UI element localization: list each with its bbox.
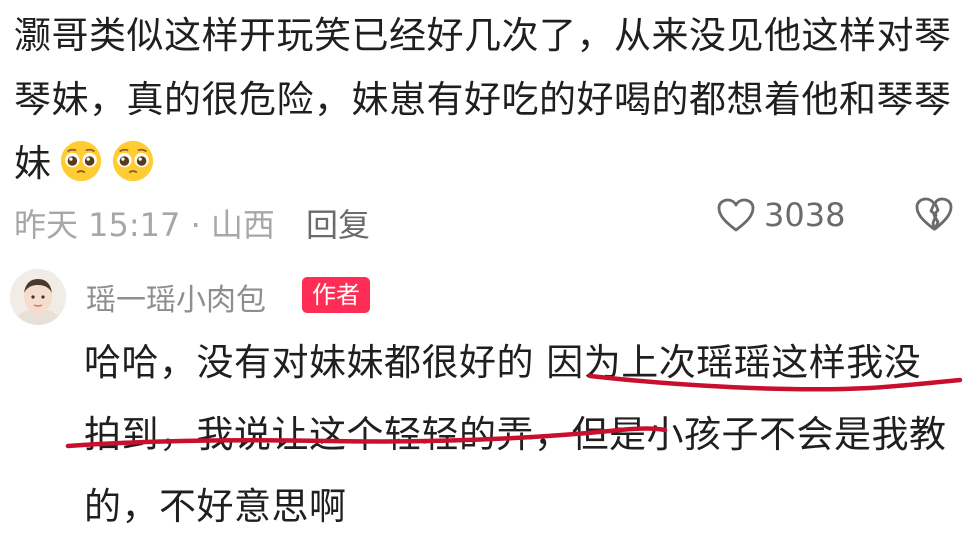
comment-time-location: 昨天 15:17 · 山西 xyxy=(14,206,275,244)
like-button[interactable]: 3038 xyxy=(716,196,845,234)
comment-meta-bar: 昨天 15:17 · 山西 回复 3038 xyxy=(14,196,963,244)
heart-icon xyxy=(717,198,755,232)
reply-author-name[interactable]: 瑶一瑶小肉包 xyxy=(86,275,266,319)
pleading-face-icon xyxy=(60,140,101,182)
author-badge: 作者 xyxy=(302,277,370,313)
reply-body-text: 哈哈，没有对妹妹都很好的 因为上次瑶瑶这样我没拍到，我说让这个轻轻的弄，但是小孩… xyxy=(84,341,947,528)
author-reply: 瑶一瑶小肉包 作者 哈哈，没有对妹妹都很好的 因为上次瑶瑶这样我没拍到，我说让这… xyxy=(0,265,963,528)
avatar[interactable] xyxy=(10,269,66,325)
like-count: 3038 xyxy=(764,196,846,234)
pleading-face-icon xyxy=(112,140,153,182)
reply-button[interactable]: 回复 xyxy=(306,200,370,246)
avatar-image xyxy=(10,269,66,325)
broken-heart-icon[interactable] xyxy=(914,196,954,232)
comment-body-text: 灏哥类似这样开玩笑已经好几次了，从来没见他这样对琴琴妹，真的很危险，妹崽有好吃的… xyxy=(14,4,954,196)
